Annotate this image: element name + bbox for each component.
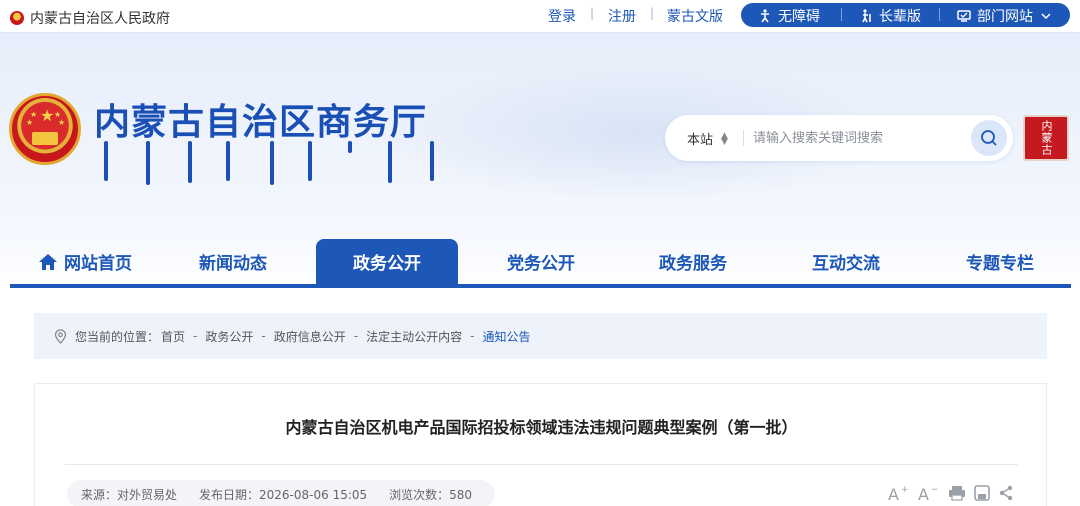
- article-views: 浏览次数：580: [389, 487, 473, 502]
- accessibility-button[interactable]: 无障碍: [758, 6, 820, 26]
- divider: [65, 464, 1018, 465]
- nav-item-label: 互动交流: [812, 254, 880, 274]
- nav-item-label: 党务公开: [507, 254, 575, 274]
- nav-item-government-affairs[interactable]: 政务公开: [316, 239, 458, 284]
- svg-text:A: A: [888, 485, 899, 502]
- login-link[interactable]: 登录: [548, 6, 576, 26]
- print-button[interactable]: [948, 485, 966, 501]
- search-scope-select[interactable]: 本站 ▲ ▼: [687, 129, 728, 148]
- updown-arrows-icon: ▲ ▼: [721, 130, 728, 147]
- save-button[interactable]: [974, 485, 990, 501]
- breadcrumb-info-disclosure[interactable]: 政府信息公开: [274, 328, 346, 345]
- font-increase-button[interactable]: A +: [888, 484, 910, 502]
- breadcrumb-home[interactable]: 首页: [161, 328, 185, 345]
- main-nav: 网站首页 新闻动态 政务公开 党务公开 政务服务 互动交流 专题专栏: [0, 233, 1080, 289]
- share-icon: [999, 485, 1013, 501]
- accessibility-icon: [761, 9, 769, 23]
- nav-item-label: 网站首页: [64, 254, 132, 274]
- site-title: 内蒙古自治区商务厅: [94, 102, 428, 143]
- article-source: 来源：对外贸易处: [81, 487, 178, 502]
- breadcrumb-separator: -: [193, 329, 198, 343]
- article-panel: 内蒙古自治区机电产品国际招投标领域违法违规问题典型案例（第一批） 来源：对外贸易…: [34, 383, 1047, 506]
- font-decrease-icon: A −: [918, 485, 939, 502]
- separator: |: [590, 6, 595, 20]
- print-icon: [949, 486, 965, 501]
- article-date: 发布日期：2026-08-06 15:05: [199, 487, 368, 502]
- breadcrumb-separator: -: [470, 329, 475, 343]
- svg-text:−: −: [931, 485, 939, 495]
- nav-item-services[interactable]: 政务服务: [630, 239, 756, 284]
- save-icon: [974, 485, 990, 501]
- search-icon: [981, 130, 997, 146]
- share-button[interactable]: [998, 485, 1014, 501]
- divider: [841, 8, 842, 21]
- elder-icon: [862, 9, 871, 23]
- national-emblem-logo: ★ ★ ★ ★ ★: [9, 93, 81, 165]
- nav-item-interaction[interactable]: 互动交流: [783, 239, 909, 284]
- department-sites-dropdown[interactable]: 部门网站: [957, 6, 1052, 26]
- svg-text:A: A: [918, 485, 929, 502]
- nav-item-home[interactable]: 网站首页: [30, 239, 140, 284]
- separator: |: [650, 6, 655, 20]
- top-bar: 内蒙古自治区人民政府 登录 | 注册 | 蒙古文版 无障碍 长辈版 部门网站: [0, 0, 1080, 33]
- elder-label: 长辈版: [879, 9, 921, 25]
- gov-name: 内蒙古自治区人民政府: [30, 11, 170, 27]
- seal-text: 内蒙古: [1040, 120, 1053, 156]
- breadcrumb-separator: -: [353, 329, 359, 343]
- breadcrumb-government-affairs[interactable]: 政务公开: [205, 328, 253, 345]
- seal-logo: 内蒙古: [1023, 115, 1069, 161]
- nav-underline: [10, 284, 1071, 288]
- toolbar-pill: 无障碍 长辈版 部门网站: [741, 3, 1070, 27]
- nav-item-label: 政务服务: [659, 254, 727, 274]
- accessibility-label: 无障碍: [778, 9, 820, 25]
- svg-text:+: +: [901, 485, 909, 495]
- mongolian-script-title: [98, 141, 443, 187]
- search-button[interactable]: [971, 120, 1007, 156]
- article-meta: 来源：对外贸易处 发布日期：2026-08-06 15:05 浏览次数：580: [67, 480, 495, 506]
- font-increase-icon: A +: [888, 485, 909, 502]
- divider: [939, 8, 940, 21]
- mongolian-version-link[interactable]: 蒙古文版: [667, 6, 723, 26]
- chevron-down-icon: [1041, 13, 1051, 20]
- nav-item-label: 新闻动态: [199, 254, 267, 274]
- nav-item-label: 专题专栏: [966, 254, 1034, 274]
- search-scope-value: 本站: [687, 133, 714, 148]
- department-sites-label: 部门网站: [977, 9, 1033, 25]
- nav-item-party-affairs[interactable]: 党务公开: [478, 239, 604, 284]
- home-icon: [39, 253, 57, 270]
- breadcrumb-current[interactable]: 通知公告: [482, 328, 530, 345]
- search-input[interactable]: [753, 126, 953, 150]
- breadcrumb-separator: -: [261, 329, 266, 343]
- font-decrease-button[interactable]: A −: [918, 484, 940, 502]
- nav-item-news[interactable]: 新闻动态: [170, 239, 296, 284]
- divider: [743, 130, 744, 146]
- nav-item-special-topics[interactable]: 专题专栏: [937, 239, 1063, 284]
- elder-mode-button[interactable]: 长辈版: [859, 6, 921, 26]
- breadcrumb-statutory-content[interactable]: 法定主动公开内容: [366, 328, 462, 345]
- article-tools: A + A −: [880, 484, 1014, 502]
- location-pin-icon: [54, 328, 67, 344]
- article-title: 内蒙古自治区机电产品国际招投标领域违法违规问题典型案例（第一批）: [285, 418, 798, 437]
- national-emblem-icon: [10, 11, 24, 25]
- nav-item-label: 政务公开: [353, 254, 421, 274]
- search-bar: 本站 ▲ ▼: [665, 115, 1013, 161]
- header-banner: ★ ★ ★ ★ ★ 内蒙古自治区商务厅 本站 ▲▼ 内蒙古: [0, 33, 1080, 233]
- gov-link[interactable]: 内蒙古自治区人民政府: [10, 8, 170, 28]
- breadcrumb-prefix: 您当前的位置：: [75, 329, 160, 344]
- breadcrumb: 您当前的位置： 首页 - 政务公开 - 政府信息公开 - 法定主动公开内容 - …: [34, 313, 1047, 359]
- monitor-icon: [957, 10, 971, 22]
- register-link[interactable]: 注册: [608, 6, 636, 26]
